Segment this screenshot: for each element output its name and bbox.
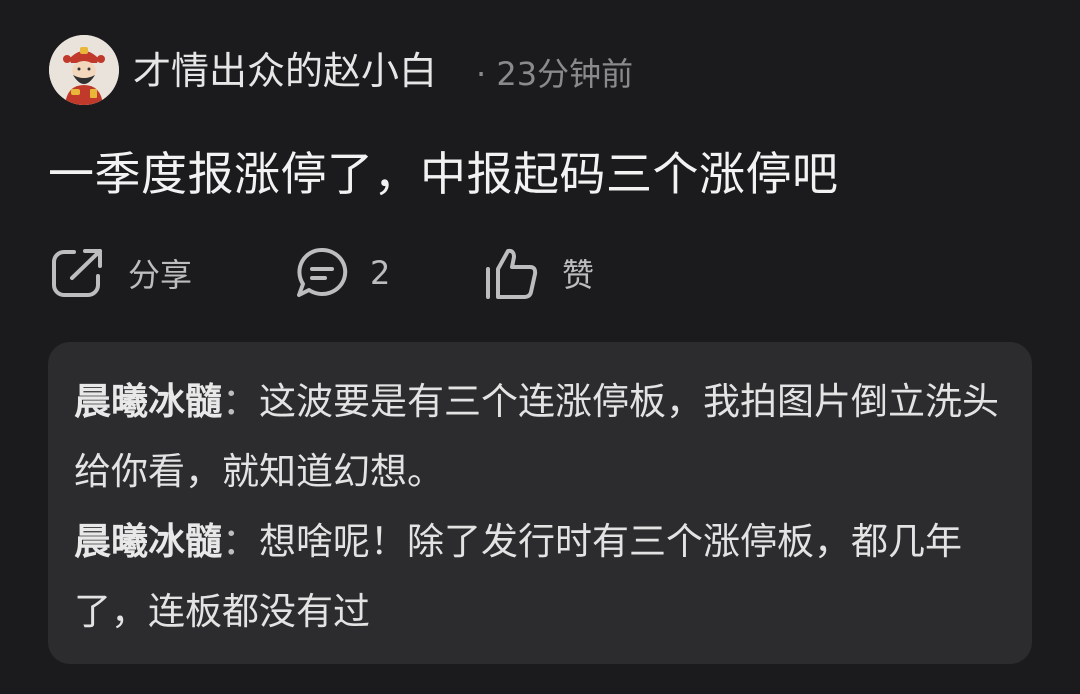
reply-list[interactable]: 晨曦冰髓：这波要是有三个连涨停板，我拍图片倒立洗头给你看，就知道幻想。 晨曦冰髓… xyxy=(48,342,1032,664)
post-card: 才情出众的赵小白 · 23分钟前 一季度报涨停了，中报起码三个涨停吧 分享 2 … xyxy=(0,0,1080,694)
thumbs-up-icon xyxy=(486,248,538,299)
comment-button[interactable]: 2 xyxy=(294,245,390,301)
share-button[interactable]: 分享 xyxy=(50,245,192,301)
reply-separator: ： xyxy=(222,520,259,563)
comment-count: 2 xyxy=(370,254,391,292)
reply-separator: ： xyxy=(222,380,259,423)
reply-item[interactable]: 晨曦冰髓：这波要是有三个连涨停板，我拍图片倒立洗头给你看，就知道幻想。 xyxy=(74,367,1002,507)
reply-author[interactable]: 晨曦冰髓 xyxy=(74,520,222,563)
reply-author[interactable]: 晨曦冰髓 xyxy=(74,380,222,423)
post-content: 一季度报涨停了，中报起码三个涨停吧 xyxy=(48,147,839,201)
comment-icon xyxy=(297,247,348,297)
timestamp: · 23分钟前 xyxy=(476,55,634,93)
like-label: 赞 xyxy=(562,256,595,294)
avatar-caishen-icon xyxy=(49,35,119,105)
reply-item[interactable]: 晨曦冰髓：想啥呢！除了发行时有三个涨停板，都几年了，连板都没有过 xyxy=(74,507,1002,647)
avatar[interactable] xyxy=(49,35,119,105)
like-button[interactable]: 赞 xyxy=(484,245,594,301)
share-label: 分享 xyxy=(128,256,193,294)
username[interactable]: 才情出众的赵小白 xyxy=(133,48,437,94)
share-icon xyxy=(52,249,102,297)
